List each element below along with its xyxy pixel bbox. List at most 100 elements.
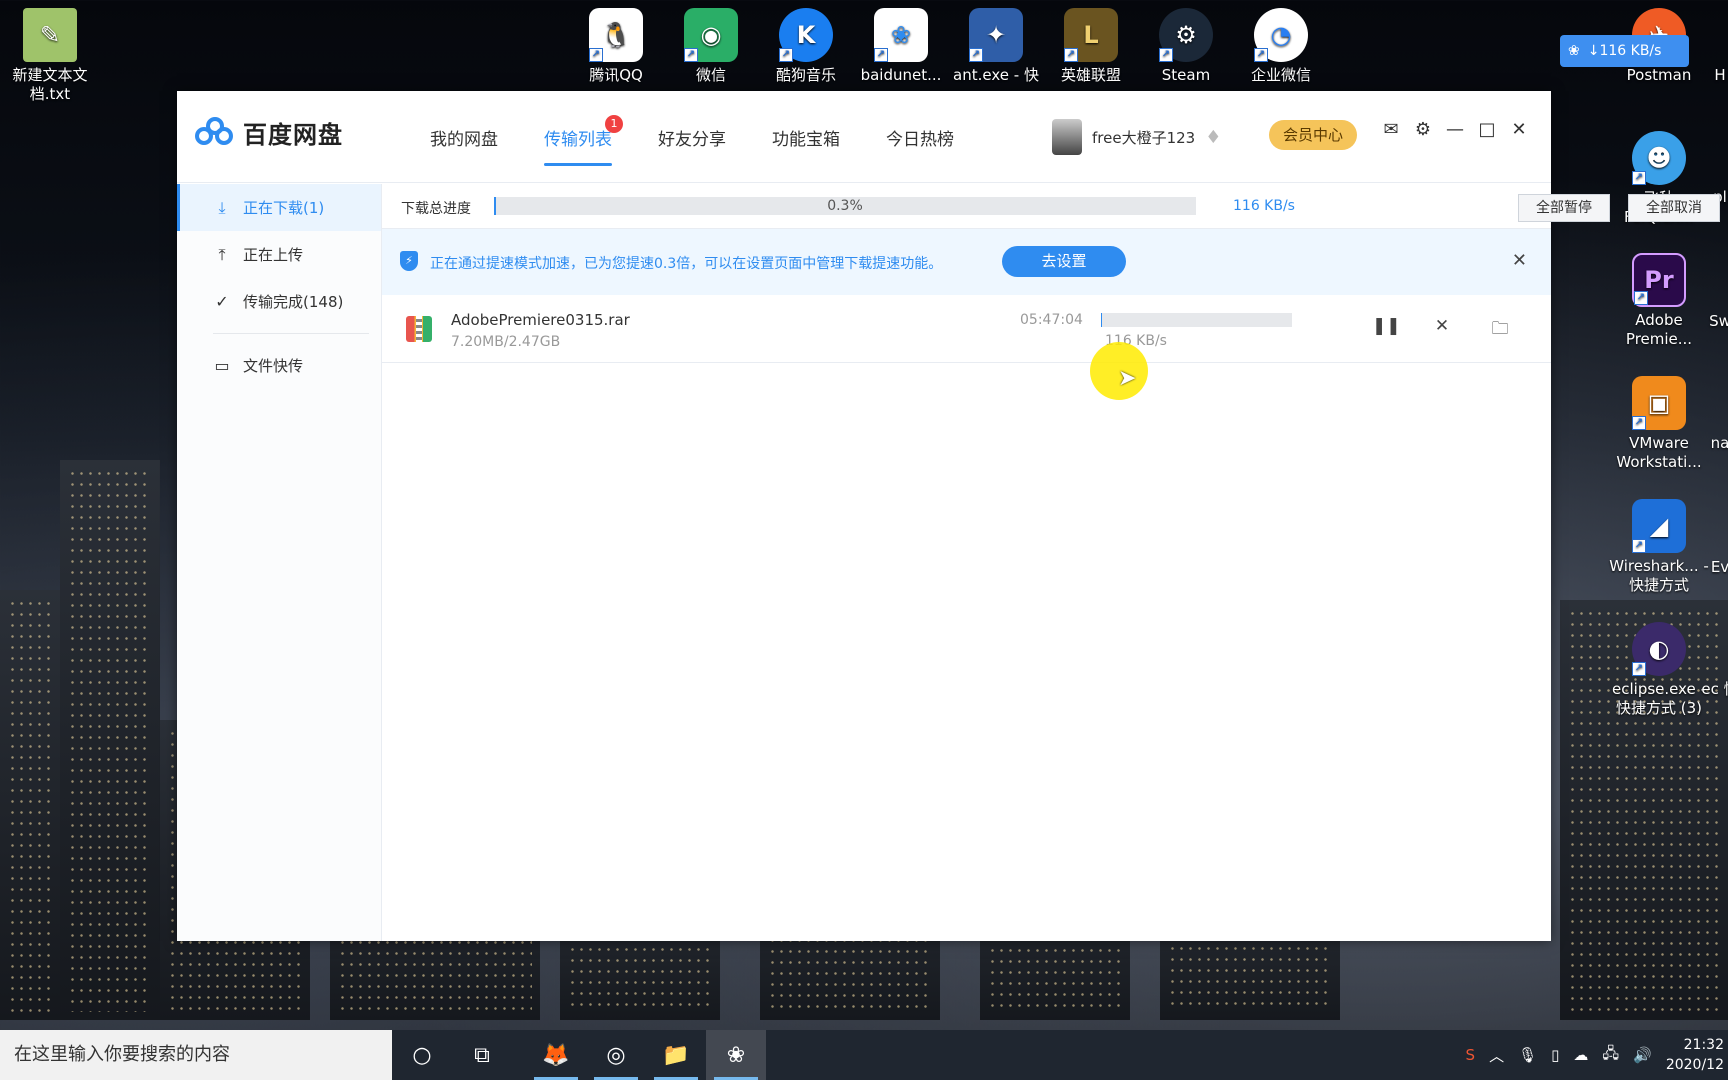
onedrive-icon[interactable]: ☁	[1573, 1046, 1588, 1064]
baidu-cloud-icon: ❀	[1568, 43, 1580, 59]
volume-icon[interactable]: 🔊	[1633, 1046, 1652, 1064]
download-row[interactable]: AdobePremiere0315.rar 7.20MB/2.47GB 05:4…	[382, 295, 1551, 363]
download-progress-fill	[1101, 313, 1102, 327]
sidebar-divider	[213, 333, 369, 334]
maximize-icon[interactable]: □	[1473, 119, 1501, 140]
desktop-icon-kugou[interactable]: K ↗ 酷狗音乐	[756, 8, 856, 85]
eclipse-icon: ◐ ↗	[1632, 622, 1686, 676]
desktop-icon-wechat[interactable]: ◉ ↗ 微信	[661, 8, 761, 85]
transfer-main: 下载总进度 0.3% 116 KB/s 全部暂停 全部取消 ⚡ 正在通过提速模式…	[382, 184, 1720, 941]
taskbar-search-input[interactable]: 在这里输入你要搜索的内容	[0, 1030, 392, 1080]
cortana-icon[interactable]: ○	[392, 1030, 452, 1080]
go-settings-button[interactable]: 去设置	[1002, 246, 1126, 277]
total-progress-percent: 0.3%	[827, 198, 863, 214]
desktop-edge-label: ec 快	[1701, 680, 1728, 698]
premiere-icon: Pr ↗	[1632, 253, 1686, 307]
notification-badge: 1	[605, 115, 623, 133]
download-icon: ⤓	[218, 197, 226, 217]
sidebar-item-quick-transfer[interactable]: ▭ 文件快传	[177, 342, 381, 389]
main-nav: 我的网盘 传输列表 1 好友分享 功能宝箱 今日热榜	[407, 91, 977, 183]
desktop-edge-label: na	[1710, 434, 1728, 452]
text-file-icon: ✎	[23, 8, 77, 62]
diamond-icon: ♦	[1205, 126, 1222, 148]
taskbar: 在这里输入你要搜索的内容 ○ ⧉ 🦊 ◎ 📁 ❀ S ︿ 🎙 ▯ ☁ 🖧 🔊 2…	[0, 1030, 1728, 1080]
network-icon[interactable]: 🖧	[1602, 1043, 1619, 1068]
sogou-ime-icon[interactable]: S	[1466, 1046, 1476, 1064]
feiq-icon: ☻ ↗	[1632, 131, 1686, 185]
pause-all-button[interactable]: 全部暂停	[1518, 194, 1610, 222]
microphone-icon[interactable]: 🎙	[1518, 1046, 1537, 1064]
file-explorer-icon[interactable]: 📁	[646, 1030, 706, 1080]
cancel-icon[interactable]: ✕	[1430, 316, 1454, 336]
system-tray: S ︿ 🎙 ▯ ☁ 🖧 🔊 21:32 2020/12	[1466, 1030, 1728, 1080]
settings-icon[interactable]: ⚙	[1409, 119, 1437, 140]
close-notice-icon[interactable]: ✕	[1512, 250, 1527, 271]
notice-message: 正在通过提速模式加速，已为您提速0.3倍，可以在设置页面中管理下载提速功能。	[430, 256, 943, 272]
desktop-icon-wecom[interactable]: ◔ ↗ 企业微信	[1231, 8, 1331, 85]
sidebar-item-downloading[interactable]: ⤓ 正在下载(1)	[177, 184, 381, 231]
tab-hot-list[interactable]: 今日热榜	[863, 91, 977, 183]
cancel-all-button[interactable]: 全部取消	[1628, 194, 1720, 222]
vip-center-button[interactable]: 会员中心	[1269, 120, 1357, 150]
desktop-edge-label: H	[1714, 66, 1726, 84]
desktop-icon-ant[interactable]: ✦ ↗ ant.exe - 快	[946, 8, 1046, 85]
desktop-icon-wireshark[interactable]: ◢ ↗ Wireshark... - 快捷方式	[1609, 499, 1709, 595]
speedup-notice: ⚡ 正在通过提速模式加速，已为您提速0.3倍，可以在设置页面中管理下载提速功能。…	[382, 229, 1551, 295]
total-progress-bar-row: 下载总进度 0.3% 116 KB/s 全部暂停 全部取消	[382, 184, 1720, 229]
lol-icon: L ↗	[1064, 8, 1118, 62]
pause-icon[interactable]: ❚❚	[1372, 316, 1401, 336]
folder-icon[interactable]: 🗀	[1488, 316, 1512, 345]
desktop-icon-vmware[interactable]: ▣ ↗ VMware Workstati...	[1609, 376, 1709, 472]
mouse-cursor-icon: ➤	[1118, 366, 1137, 391]
chrome-icon[interactable]: ◎	[586, 1030, 646, 1080]
shield-icon: ⚡	[400, 251, 418, 271]
system-clock[interactable]: 21:32 2020/12	[1666, 1035, 1724, 1075]
float-speed-text: ↓116 KB/s	[1587, 43, 1662, 59]
desktop-edge-label: Sw	[1709, 312, 1728, 330]
app-title: 百度网盘	[243, 121, 343, 149]
sidebar-item-uploading[interactable]: ⤒ 正在上传	[177, 231, 381, 278]
baidunetdisk-taskbar-icon[interactable]: ❀	[706, 1030, 766, 1080]
tab-friend-share[interactable]: 好友分享	[635, 91, 749, 183]
username: free大橙子123	[1092, 128, 1196, 147]
upload-icon: ⤒	[218, 244, 226, 264]
mail-icon[interactable]: ✉	[1377, 119, 1405, 140]
avatar	[1052, 119, 1082, 155]
baidu-netdisk-window: 百度网盘 我的网盘 传输列表 1 好友分享 功能宝箱 今日热榜 free大橙子12…	[177, 91, 1720, 941]
rar-file-icon	[406, 316, 432, 342]
file-size: 7.20MB/2.47GB	[451, 334, 561, 350]
file-name: AdobePremiere0315.rar	[451, 311, 630, 329]
monitor-icon: ▭	[214, 356, 230, 375]
tab-my-disk[interactable]: 我的网盘	[407, 91, 521, 183]
sidebar: ⤓ 正在下载(1) ⤒ 正在上传 ✓ 传输完成(148) ▭ 文件快传	[177, 184, 382, 941]
floating-speed-widget[interactable]: ❀ ↓116 KB/s	[1560, 35, 1689, 67]
check-circle-icon: ✓	[215, 292, 229, 311]
tab-toolbox[interactable]: 功能宝箱	[749, 91, 863, 183]
firefox-icon[interactable]: 🦊	[526, 1030, 586, 1080]
steam-icon: ⚙ ↗	[1159, 8, 1213, 62]
desktop-icon-lol[interactable]: L ↗ 英雄联盟	[1041, 8, 1141, 85]
task-view-icon[interactable]: ⧉	[452, 1030, 512, 1080]
desktop-icon-steam[interactable]: ⚙ ↗ Steam	[1136, 8, 1236, 85]
desktop-icon-baidunetdisk[interactable]: ❀ ↗ baidunet...	[851, 8, 951, 85]
chevron-up-icon[interactable]: ︿	[1489, 1045, 1504, 1066]
sidebar-item-completed[interactable]: ✓ 传输完成(148)	[177, 278, 381, 325]
ant-icon: ✦ ↗	[969, 8, 1023, 62]
desktop-icon-premiere[interactable]: Pr ↗ Adobe Premie...	[1609, 253, 1709, 349]
desktop-icon-eclipse[interactable]: ◐ ↗ eclipse.exe - 快捷方式 (3)	[1609, 622, 1709, 718]
window-titlebar: 百度网盘 我的网盘 传输列表 1 好友分享 功能宝箱 今日热榜 free大橙子12…	[177, 91, 1551, 183]
tab-transfer-list[interactable]: 传输列表 1	[521, 91, 635, 183]
desktop-icon-qq[interactable]: 🐧 ↗ 腾讯QQ	[566, 8, 666, 85]
baidunetdisk-icon: ❀ ↗	[874, 8, 928, 62]
wechat-icon: ◉ ↗	[684, 8, 738, 62]
qq-icon: 🐧 ↗	[589, 8, 643, 62]
user-info[interactable]: free大橙子123 ♦	[1052, 119, 1221, 155]
kugou-icon: K ↗	[779, 8, 833, 62]
close-icon[interactable]: ✕	[1505, 119, 1533, 140]
device-icon[interactable]: ▯	[1551, 1046, 1559, 1064]
minimize-icon[interactable]: —	[1441, 119, 1469, 140]
desktop-icon-text-file[interactable]: ✎ 新建文本文档.txt	[0, 8, 100, 104]
total-progress-label: 下载总进度	[401, 201, 471, 217]
desktop-edge-label: Ev	[1710, 558, 1728, 576]
time-remaining: 05:47:04	[1020, 312, 1083, 328]
